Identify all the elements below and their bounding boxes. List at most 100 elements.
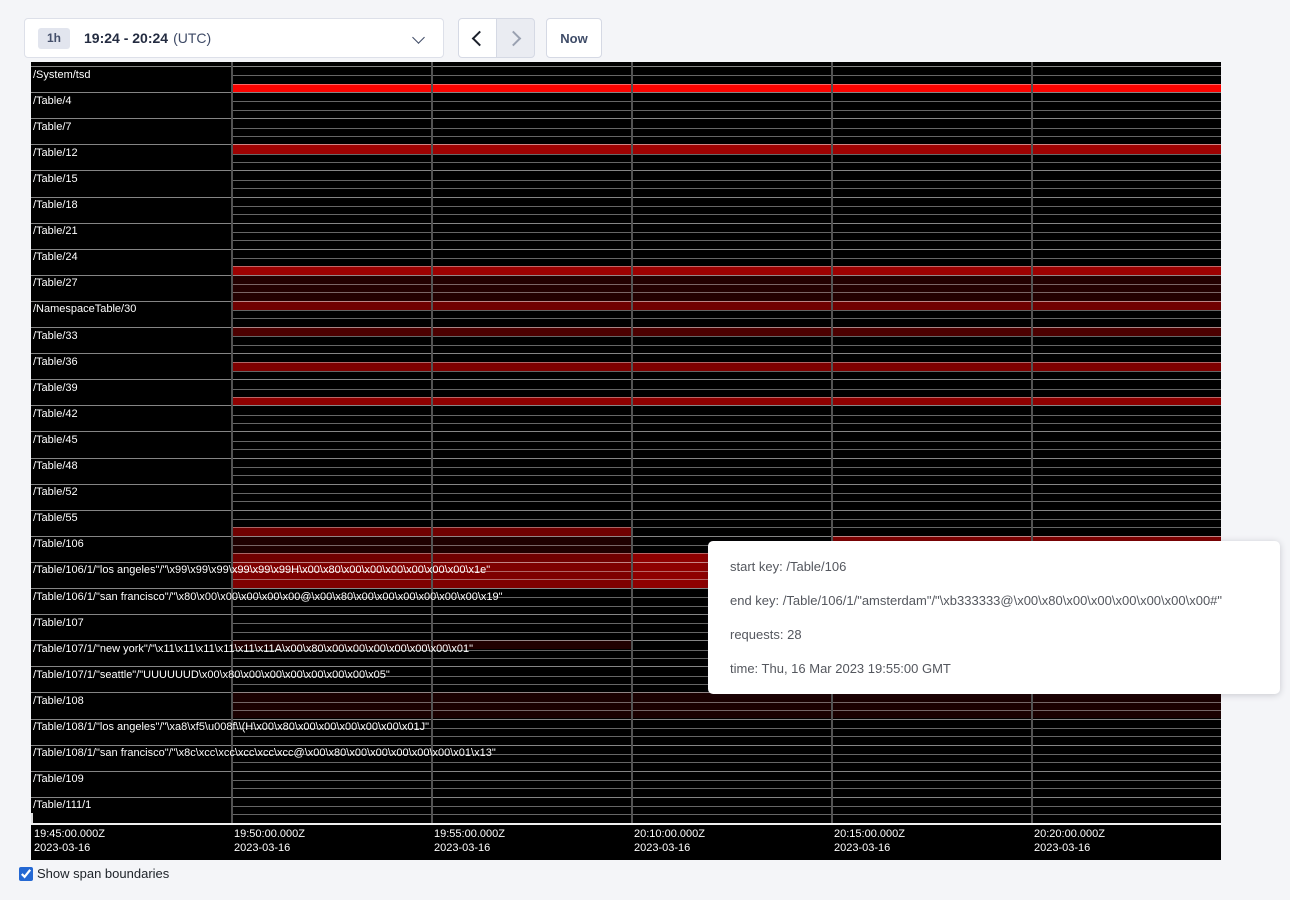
x-axis-tick-label: 19:50:00.000Z2023-03-16 [234,827,305,855]
span-boundary-line [231,702,1221,703]
span-boundary-line [231,318,1221,319]
row-label: /Table/33 [33,330,78,343]
span-boundary-line [231,501,1221,502]
span-boundary-line [31,327,1221,328]
key-visualizer-page: 1h 19:24 - 20:24 (UTC) Now /System/tsd/T… [0,0,1290,900]
time-window-selector[interactable]: 1h 19:24 - 20:24 (UTC) [24,18,444,58]
span-boundary-line [231,214,1221,215]
tick-time: 19:50:00.000Z [234,827,305,841]
span-boundary-line [231,206,1221,207]
span-boundary-line [231,467,1221,468]
span-boundary-line [31,510,1221,511]
row-label: /Table/45 [33,434,78,447]
row-label: /Table/106/1/"san francisco"/"\x80\x00\x… [33,591,503,604]
span-boundary-line [231,162,1221,163]
x-axis-tick-label: 20:15:00.000Z2023-03-16 [834,827,905,855]
x-axis-tick-label: 19:55:00.000Z2023-03-16 [434,827,505,855]
x-axis-line [31,823,1221,825]
chevron-left-icon [472,30,488,46]
span-boundary-line [231,240,1221,241]
x-axis-tick-label: 19:45:00.000Z2023-03-16 [34,827,105,855]
span-boundary-line [231,101,1221,102]
heatmap-cell[interactable] [231,275,1221,301]
row-label: /Table/18 [33,199,78,212]
span-boundary-line [231,519,1221,520]
span-boundary-line [231,780,1221,781]
heatmap-cell[interactable] [231,397,1221,406]
span-boundary-line [31,66,1221,67]
span-boundary-line [31,405,1221,406]
span-boundary-line [231,266,1221,267]
span-boundary-line [231,258,1221,259]
hover-tooltip: start key: /Table/106 end key: /Table/10… [708,541,1280,694]
heatmap-cell[interactable] [231,84,1221,93]
row-label: /Table/52 [33,486,78,499]
span-boundary-line [231,75,1221,76]
span-boundary-line [231,788,1221,789]
x-axis-tick-label: 20:20:00.000Z2023-03-16 [1034,827,1105,855]
span-boundary-line [31,745,1221,746]
row-label: /Table/24 [33,251,78,264]
heatmap-cell[interactable] [231,144,1221,153]
span-boundary-line [231,710,1221,711]
row-label: /Table/107 [33,617,84,630]
row-label: /Table/27 [33,277,78,290]
row-label: /Table/107/1/"new york"/"\x11\x11\x11\x1… [33,643,473,656]
row-label: /Table/108/1/"san francisco"/"\x8c\xcc\x… [33,747,496,760]
span-boundary-line [231,397,1221,398]
key-visualizer-heatmap[interactable]: /System/tsd/Table/4/Table/7/Table/12/Tab… [31,62,1221,860]
x-axis-tick [31,813,33,823]
span-boundary-line [31,797,1221,798]
span-boundary-line [231,292,1221,293]
span-boundary-line [31,719,1221,720]
span-boundary-line [31,484,1221,485]
heatmap-cell[interactable] [231,692,1221,718]
span-boundary-line [231,188,1221,189]
heatmap-cell[interactable] [231,301,1221,310]
row-label: /Table/15 [33,173,78,186]
span-boundary-line [31,771,1221,772]
span-boundary-line [31,223,1221,224]
heatmap-cell[interactable] [231,327,1221,336]
span-boundary-line [231,423,1221,424]
span-boundary-line [231,371,1221,372]
row-label: /Table/12 [33,147,78,160]
span-boundary-line [231,389,1221,390]
span-boundary-line [31,458,1221,459]
row-label: /Table/7 [33,121,72,134]
previous-window-button[interactable] [458,18,497,58]
tick-time: 20:15:00.000Z [834,827,905,841]
span-boundary-line [231,362,1221,363]
span-boundary-line [231,345,1221,346]
tooltip-start-key: start key: /Table/106 [730,550,1258,584]
time-gridline [831,62,833,823]
row-label: /Table/111/1 [33,799,91,812]
row-label: /Table/36 [33,356,78,369]
row-label: /Table/42 [33,408,78,421]
span-boundary-line [231,128,1221,129]
chevron-down-icon [412,31,425,44]
show-span-boundaries-checkbox[interactable] [19,867,33,881]
span-boundary-line [231,441,1221,442]
tick-time: 20:20:00.000Z [1034,827,1105,841]
span-boundary-line [231,762,1221,763]
show-span-boundaries-label[interactable]: Show span boundaries [37,866,169,881]
span-boundary-line [31,144,1221,145]
next-window-button-disabled[interactable] [496,18,535,58]
span-boundary-line [231,814,1221,815]
span-boundary-line [231,336,1221,337]
span-boundary-line [31,431,1221,432]
row-label: /Table/21 [33,225,78,238]
tooltip-end-key: end key: /Table/106/1/"amsterdam"/"\xb33… [730,584,1258,618]
span-boundary-line [231,527,1221,528]
heatmap-cell[interactable] [231,266,1221,275]
span-boundary-line [231,180,1221,181]
now-button[interactable]: Now [546,18,602,58]
span-boundary-line [231,136,1221,137]
heatmap-cell[interactable] [231,362,1221,370]
span-boundary-line [231,415,1221,416]
time-gridline [631,62,633,823]
tick-time: 20:10:00.000Z [634,827,705,841]
time-gridline [1031,62,1033,823]
span-boundary-line [31,301,1221,302]
